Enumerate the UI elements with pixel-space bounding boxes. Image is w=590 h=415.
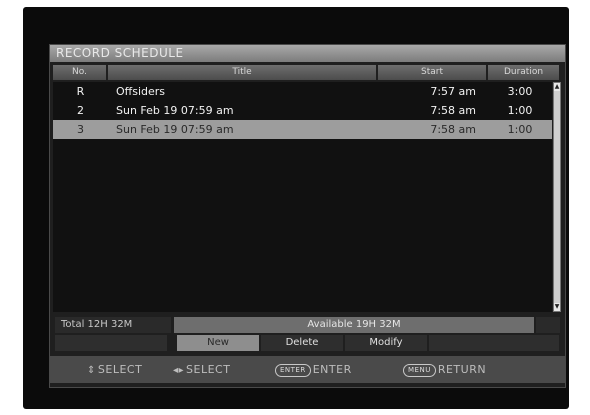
- scroll-up-icon[interactable]: ▲: [554, 83, 560, 91]
- column-header-start: Start: [378, 65, 488, 80]
- key-guide-return: MENU RETURN: [403, 356, 486, 383]
- menu-key-icon: MENU: [403, 363, 436, 377]
- row-title: Offsiders: [116, 85, 166, 98]
- list-scrollbar[interactable]: ▲ ▼: [553, 82, 561, 312]
- row-no: 2: [77, 104, 84, 117]
- modify-button[interactable]: Modify: [345, 335, 427, 351]
- action-buttons: New Delete Modify: [55, 335, 560, 351]
- available-time: Available 19H 32M: [174, 317, 534, 333]
- spacer-button-left: [55, 335, 167, 351]
- row-start: 7:57 am: [430, 85, 476, 98]
- spacer-button-right: [429, 335, 559, 351]
- key-guide-select-horizontal: ◂▸ SELECT: [173, 356, 230, 383]
- panel-title: RECORD SCHEDULE: [50, 45, 565, 62]
- up-down-arrows-icon: ⇕: [87, 365, 96, 376]
- row-duration: 1:00: [507, 123, 533, 136]
- column-header-no: No.: [53, 65, 108, 80]
- enter-key-icon: ENTER: [275, 363, 311, 377]
- schedule-list: R Offsiders 7:57 am 3:00 2 Sun Feb 19 07…: [53, 82, 552, 312]
- row-no: R: [76, 85, 85, 98]
- column-header-title: Title: [108, 65, 378, 80]
- scroll-down-icon[interactable]: ▼: [554, 303, 560, 311]
- row-start: 7:58 am: [430, 104, 476, 117]
- key-guide-select-vertical: ⇕ SELECT: [87, 356, 142, 383]
- column-header-duration: Duration: [488, 65, 561, 80]
- delete-button[interactable]: Delete: [261, 335, 343, 351]
- table-row[interactable]: 2 Sun Feb 19 07:59 am 7:58 am 1:00: [53, 101, 552, 120]
- status-bar-end: [536, 317, 560, 333]
- row-no: 3: [77, 123, 84, 136]
- table-header: No. Title Start Duration: [53, 65, 561, 80]
- key-guide: ⇕ SELECT ◂▸ SELECT ENTER ENTER MENU RETURN: [49, 356, 566, 383]
- row-title: Sun Feb 19 07:59 am: [116, 104, 234, 117]
- total-time: Total 12H 32M: [55, 317, 171, 333]
- row-duration: 3:00: [507, 85, 533, 98]
- table-row-selected[interactable]: 3 Sun Feb 19 07:59 am 7:58 am 1:00: [53, 120, 552, 139]
- row-start: 7:58 am: [430, 123, 476, 136]
- key-guide-enter: ENTER ENTER: [275, 356, 352, 383]
- table-row[interactable]: R Offsiders 7:57 am 3:00: [53, 82, 552, 101]
- left-right-arrows-icon: ◂▸: [173, 365, 185, 376]
- row-duration: 1:00: [507, 104, 533, 117]
- row-title: Sun Feb 19 07:59 am: [116, 123, 234, 136]
- record-schedule-panel: RECORD SCHEDULE No. Title Start Duration…: [49, 44, 566, 388]
- new-button[interactable]: New: [177, 335, 259, 351]
